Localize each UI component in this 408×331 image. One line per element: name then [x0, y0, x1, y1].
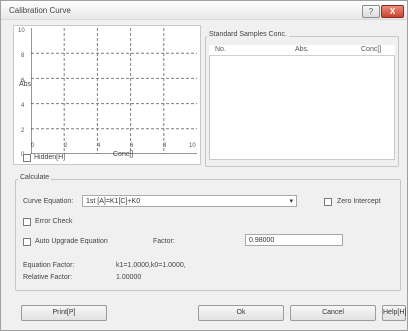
- error-check-label: Error Check: [35, 218, 73, 225]
- curve-equation-select[interactable]: 1st [A]=K1[C]+K0 ▾: [82, 195, 297, 207]
- y-tick-label: 4: [21, 103, 25, 109]
- calibration-chart: [31, 28, 197, 154]
- error-check-checkbox[interactable]: [23, 218, 31, 226]
- x-tick-label: 0: [31, 143, 35, 149]
- column-header-no[interactable]: No.: [215, 46, 226, 53]
- column-header-conc[interactable]: Conc[]: [361, 46, 381, 53]
- close-button[interactable]: X: [381, 5, 404, 18]
- factor-value: 0.98000: [249, 237, 275, 244]
- cancel-button[interactable]: Cancel: [290, 305, 376, 321]
- relative-factor-label: Relative Factor:: [23, 274, 73, 281]
- chart-grid: [31, 28, 197, 154]
- auto-upgrade-label: Auto Upgrade Equation: [35, 238, 108, 245]
- column-header-abs[interactable]: Abs.: [295, 46, 309, 53]
- zero-intercept-label: Zero Intercept: [337, 198, 381, 205]
- ok-button[interactable]: Ok: [198, 305, 284, 321]
- chevron-down-icon: ▾: [289, 198, 293, 205]
- hidden-label: Hidden[H]: [34, 154, 66, 161]
- y-tick-label: 8: [21, 53, 25, 59]
- title-bar[interactable]: Calibration Curve ? X: [1, 1, 407, 20]
- x-tick-label: 8: [163, 143, 167, 149]
- factor-label: Factor:: [153, 238, 175, 245]
- x-tick-label: 4: [97, 143, 101, 149]
- equation-factor-value: k1=1.0000,k0=1.0000,: [116, 262, 186, 269]
- help-button[interactable]: Help[H]: [382, 305, 406, 321]
- x-tick-label: 2: [64, 143, 68, 149]
- standard-samples-list[interactable]: [209, 45, 395, 160]
- x-axis-label: Conc[]: [113, 151, 134, 158]
- hidden-checkbox[interactable]: [23, 154, 31, 162]
- y-tick-label: 6: [21, 78, 25, 84]
- x-tick-label: 6: [130, 143, 134, 149]
- relative-factor-value: 1.00000: [116, 274, 142, 281]
- y-tick-label: 2: [21, 128, 25, 134]
- factor-input[interactable]: 0.98000: [245, 234, 343, 246]
- auto-upgrade-checkbox[interactable]: [23, 238, 31, 246]
- print-button[interactable]: Print[P]: [21, 305, 107, 321]
- curve-equation-label: Curve Equation:: [23, 198, 74, 205]
- calibration-curve-window: Calibration Curve ? X Abs Conc[] 10 8 6 …: [0, 0, 408, 331]
- standard-samples-title: Standard Samples Conc.: [207, 31, 289, 38]
- zero-intercept-checkbox[interactable]: [324, 198, 332, 206]
- calculate-title: Calculate: [18, 174, 52, 181]
- x-tick-label: 10: [189, 143, 196, 149]
- window-title: Calibration Curve: [9, 6, 71, 15]
- curve-equation-value: 1st [A]=K1[C]+K0: [86, 198, 141, 205]
- y-tick-label: 10: [18, 28, 25, 34]
- standard-samples-header: No. Abs. Conc[]: [209, 45, 395, 56]
- equation-factor-label: Equation Factor:: [23, 262, 75, 269]
- help-title-button[interactable]: ?: [362, 5, 380, 18]
